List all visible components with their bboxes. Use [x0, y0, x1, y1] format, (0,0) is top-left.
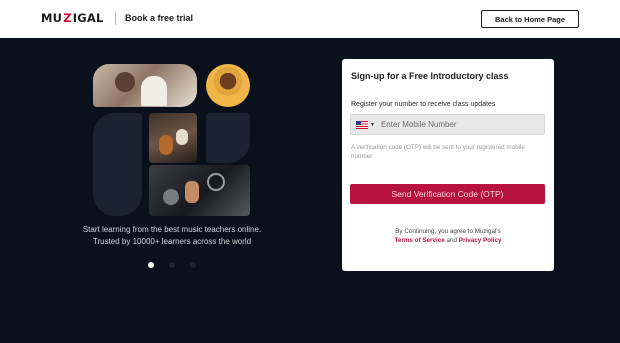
- tagline-line-1: Start learning from the best music teach…: [82, 225, 262, 234]
- carousel-dot-2[interactable]: [169, 262, 175, 268]
- collage-image-singer: [206, 64, 250, 107]
- carousel-dot-3[interactable]: [190, 262, 196, 268]
- signup-card: Sign-up for a Free Introductory class Re…: [342, 59, 554, 271]
- register-label: Register your number to receive class up…: [351, 101, 496, 108]
- collage-placeholder-right: [206, 113, 250, 163]
- logo-mark: Z: [63, 11, 72, 25]
- mobile-number-input[interactable]: [380, 120, 531, 129]
- carousel-dot-1[interactable]: [148, 262, 154, 268]
- collage-placeholder-left: [93, 113, 142, 216]
- otp-note: A verification code (OTP) will be sent t…: [351, 144, 525, 160]
- top-navbar: MU Z IGAL Book a free trial Back to Home P…: [0, 0, 620, 38]
- muzigal-logo[interactable]: MU Z IGAL: [41, 11, 103, 25]
- us-flag-icon[interactable]: [356, 120, 368, 129]
- logo-text-start: MU: [41, 11, 63, 25]
- signup-title: Sign-up for a Free Introductory class: [351, 71, 509, 81]
- send-otp-button[interactable]: Send Verification Code (OTP): [350, 184, 545, 204]
- hero-tagline: Start learning from the best music teach…: [50, 224, 294, 248]
- hero-image-collage: [93, 64, 250, 216]
- header-divider: [115, 12, 116, 25]
- phone-field[interactable]: ▼: [350, 114, 545, 135]
- carousel-dots: [148, 262, 196, 268]
- collage-image-guitarists: [149, 113, 197, 163]
- book-trial-heading: Book a free trial: [125, 13, 194, 23]
- collage-image-family: [93, 64, 197, 107]
- chevron-down-icon[interactable]: ▼: [370, 122, 375, 128]
- tagline-line-2: Trusted by 10000+ learners across the wo…: [92, 237, 252, 246]
- logo-text-end: IGAL: [72, 11, 104, 25]
- consent-and: and: [446, 237, 458, 244]
- consent-text: By Continuing, you agree to Muzigal's Te…: [342, 227, 554, 245]
- collage-image-drummer: [149, 165, 250, 216]
- privacy-policy-link[interactable]: Privacy Policy: [459, 237, 502, 244]
- back-to-home-button[interactable]: Back to Home Page: [481, 10, 579, 28]
- consent-prefix: By Continuing, you agree to Muzigal's: [395, 228, 501, 235]
- terms-of-service-link[interactable]: Terms of Service: [394, 237, 444, 244]
